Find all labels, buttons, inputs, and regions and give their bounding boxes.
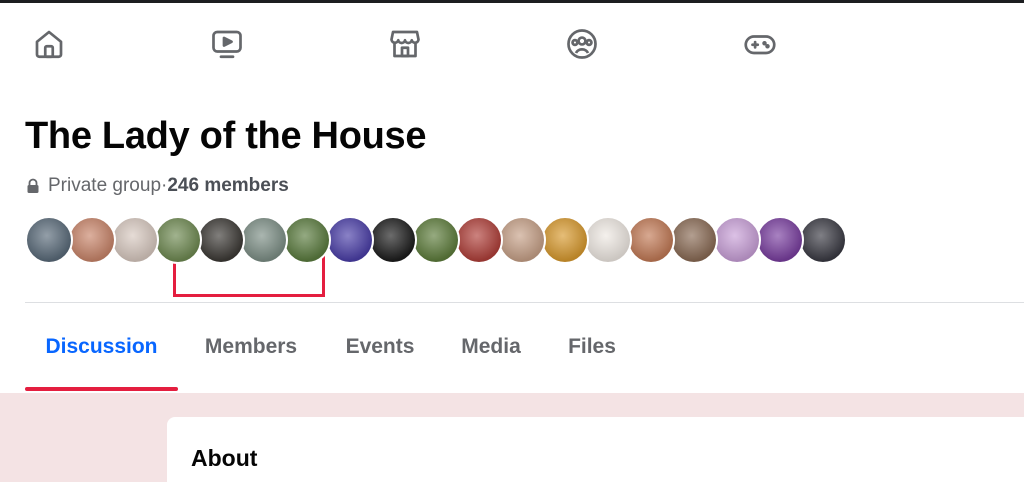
tab-events[interactable]: Events <box>330 303 430 391</box>
member-avatar[interactable] <box>412 216 460 264</box>
member-avatar[interactable] <box>756 216 804 264</box>
member-avatar[interactable] <box>68 216 116 264</box>
home-icon[interactable] <box>29 24 69 64</box>
member-avatar[interactable] <box>369 216 417 264</box>
member-avatar[interactable] <box>25 216 73 264</box>
members-count[interactable]: 246 members <box>167 175 288 197</box>
tab-members[interactable]: Members <box>185 303 317 391</box>
group-meta: Private group · 246 members <box>25 175 289 197</box>
group-content: The Lady of the House Private group · 24… <box>0 85 1024 487</box>
privacy-label[interactable]: Private group <box>48 175 161 197</box>
member-avatars[interactable] <box>25 216 847 264</box>
member-avatar[interactable] <box>498 216 546 264</box>
group-body: About <box>0 393 1024 487</box>
member-avatar[interactable] <box>455 216 503 264</box>
member-avatar[interactable] <box>326 216 374 264</box>
active-tab-indicator <box>25 387 178 391</box>
gaming-icon[interactable] <box>740 24 780 64</box>
member-avatar[interactable] <box>799 216 847 264</box>
tab-files[interactable]: Files <box>553 303 631 391</box>
tab-discussion[interactable]: Discussion <box>25 303 178 391</box>
member-avatar[interactable] <box>627 216 675 264</box>
group-title: The Lady of the House <box>25 115 427 157</box>
member-avatar[interactable] <box>670 216 718 264</box>
groups-icon[interactable] <box>562 24 602 64</box>
member-avatar[interactable] <box>111 216 159 264</box>
video-icon[interactable] <box>207 24 247 64</box>
tab-media[interactable]: Media <box>443 303 539 391</box>
lock-icon <box>27 178 39 193</box>
member-avatar[interactable] <box>713 216 761 264</box>
top-navigation <box>0 3 1024 85</box>
member-avatar[interactable] <box>197 216 245 264</box>
about-title: About <box>191 445 258 471</box>
member-avatar[interactable] <box>283 216 331 264</box>
member-avatar[interactable] <box>541 216 589 264</box>
marketplace-icon[interactable] <box>385 24 425 64</box>
about-card: About <box>167 417 1024 487</box>
member-avatar[interactable] <box>154 216 202 264</box>
member-avatar[interactable] <box>584 216 632 264</box>
member-avatar[interactable] <box>240 216 288 264</box>
